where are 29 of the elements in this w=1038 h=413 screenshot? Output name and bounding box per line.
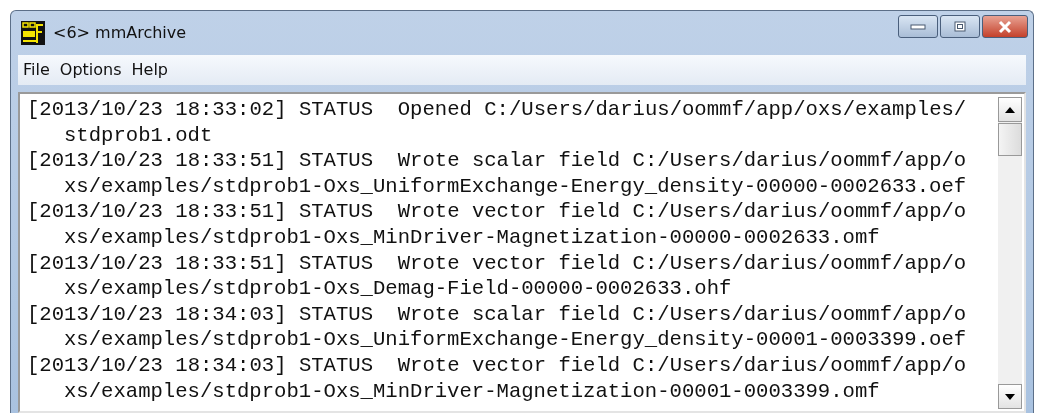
log-line: [2013/10/23 18:33:51] STATUS Wrote vector field C:/Users/darius/oommf/app/o [27, 250, 968, 277]
log-line-continuation: xs/examples/stdprob1-Oxs_MinDriver-Magnetization-00000-0002633.omf [63, 224, 881, 251]
log-line-continuation: stdprob1.odt [63, 122, 214, 149]
maximize-button[interactable] [940, 15, 980, 38]
scroll-thumb[interactable] [998, 123, 1022, 156]
close-button[interactable] [982, 15, 1028, 38]
log-line-continuation: xs/examples/stdprob1-Oxs_MinDriver-Magnetization-00001-0003399.omf [63, 378, 881, 405]
minimize-icon [910, 23, 926, 30]
log-line: [2013/10/23 18:33:51] STATUS Wrote vector field C:/Users/darius/oommf/app/o [27, 199, 968, 225]
log-line: [2013/10/23 18:34:03] STATUS Wrote vector field C:/Users/darius/oommf/app/o [27, 352, 968, 379]
maximize-icon [954, 21, 966, 32]
menu-item[interactable]: Options [54, 58, 127, 82]
window-title: <6> mmArchive [53, 22, 187, 44]
log-line-continuation: xs/examples/stdprob1-Oxs_UniformExchange-Energy_density-00001-0003399.oef [63, 327, 968, 353]
vertical-scrollbar[interactable] [998, 97, 1022, 409]
log-line-continuation: xs/examples/stdprob1-Oxs_Demag-Field-00000-0002633.ohf [63, 276, 733, 302]
scroll-up-button[interactable] [998, 97, 1022, 122]
log-line: [2013/10/23 18:34:03] STATUS Wrote scalar field C:/Users/darius/oommf/app/o [27, 301, 968, 328]
log-line-continuation: xs/examples/stdprob1-Oxs_UniformExchange-Energy_density-00000-0002633.oef [63, 173, 968, 200]
menu-item[interactable]: File [18, 58, 55, 82]
down-arrow-icon [1005, 393, 1015, 400]
menu-item[interactable]: Help [126, 58, 173, 82]
log-line: [2013/10/23 18:33:02] STATUS Opened C:/Users/darius/oommf/app/oxs/examples/ [27, 97, 968, 123]
close-icon [997, 19, 1013, 34]
minimize-button[interactable] [898, 15, 938, 38]
app-icon [21, 21, 45, 45]
scroll-down-button[interactable] [998, 384, 1022, 409]
up-arrow-icon [1005, 106, 1015, 113]
log-line: [2013/10/23 18:33:51] STATUS Wrote scalar field C:/Users/darius/oommf/app/o [27, 148, 968, 174]
